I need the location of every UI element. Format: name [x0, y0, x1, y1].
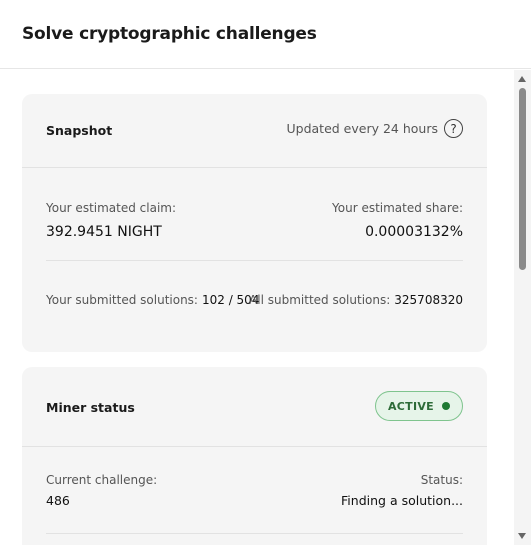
snapshot-divider: [46, 260, 463, 261]
content-scroll-area[interactable]: Snapshot Updated every 24 hours ? Your e…: [0, 70, 531, 545]
miner-status-label: Status:: [420, 473, 463, 487]
all-submitted-solutions: All submitted solutions: 325708320: [249, 293, 463, 307]
miner-status-value: Finding a solution...: [341, 493, 463, 508]
submitted-solutions-label: Your submitted solutions:: [46, 293, 198, 307]
snapshot-card: Snapshot Updated every 24 hours ? Your e…: [22, 94, 487, 352]
page-title: Solve cryptographic challenges: [22, 24, 317, 44]
submitted-solutions: Your submitted solutions: 102 / 504: [46, 293, 259, 307]
active-dot-icon: [442, 402, 450, 410]
estimated-share-value: 0.00003132%: [365, 224, 463, 240]
estimated-claim-label: Your estimated claim:: [46, 201, 177, 215]
miner-status-header: Miner status ACTIVE: [22, 367, 487, 447]
all-submitted-solutions-value: 325708320: [394, 293, 463, 307]
page-header: Solve cryptographic challenges: [0, 0, 531, 69]
update-frequency: Updated every 24 hours ?: [286, 119, 463, 138]
miner-divider: [46, 533, 463, 534]
question-circle-icon[interactable]: ?: [444, 119, 463, 138]
snapshot-header: Snapshot Updated every 24 hours ?: [22, 94, 487, 168]
estimated-share-label: Your estimated share:: [332, 201, 463, 215]
miner-status-card: Miner status ACTIVE Current challenge: 4…: [22, 367, 487, 545]
current-challenge-label: Current challenge:: [46, 473, 158, 487]
scroll-down-arrow-icon[interactable]: [518, 533, 526, 539]
miner-status-title: Miner status: [46, 400, 135, 415]
update-frequency-text: Updated every 24 hours: [286, 121, 439, 136]
snapshot-title: Snapshot: [46, 123, 113, 138]
scroll-up-arrow-icon[interactable]: [518, 76, 526, 82]
scrollbar-thumb[interactable]: [519, 88, 526, 270]
vertical-scrollbar[interactable]: [514, 70, 531, 545]
estimated-claim-value: 392.9451 NIGHT: [46, 224, 162, 240]
status-badge-label: ACTIVE: [387, 399, 434, 413]
all-submitted-solutions-label: All submitted solutions:: [249, 293, 391, 307]
current-challenge-value: 486: [46, 493, 70, 508]
status-badge: ACTIVE: [374, 391, 463, 421]
